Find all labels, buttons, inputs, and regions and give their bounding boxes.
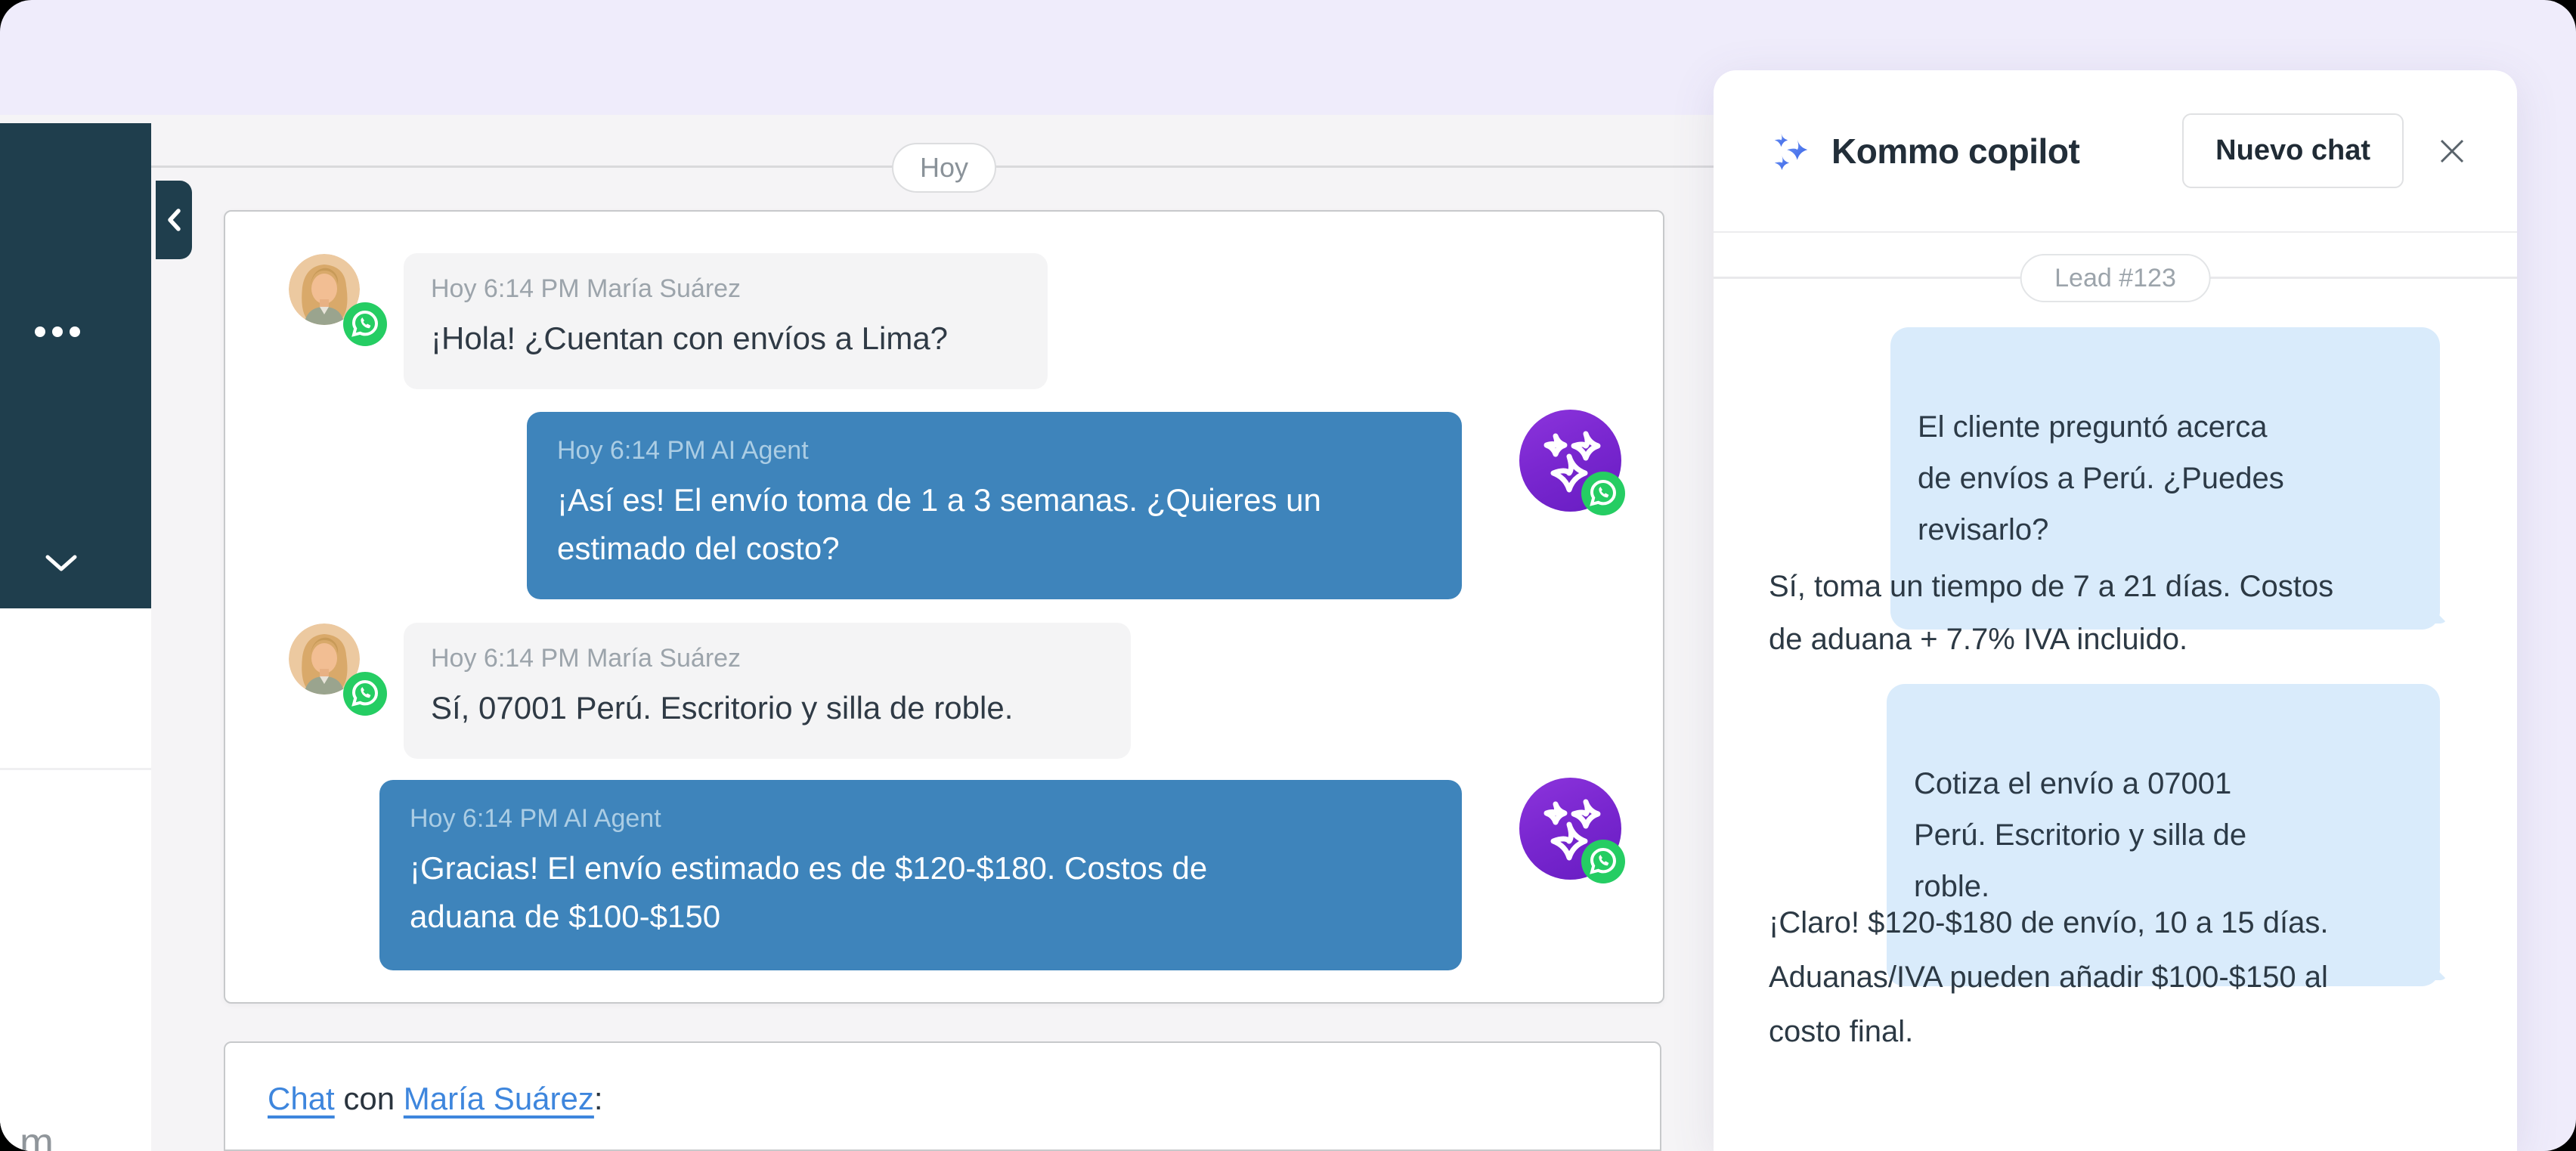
message-bubble: Hoy 6:14 PM AI Agent ¡Gracias! El envío …: [379, 780, 1462, 970]
customer-avatar: [289, 254, 360, 325]
note-plain-text: con: [335, 1081, 404, 1116]
message-text: ¡Hola! ¿Cuentan con envíos a Lima?: [431, 314, 1020, 363]
lead-divider-row: Lead #123: [1714, 254, 2517, 302]
message-bubble: Hoy 6:14 PM María Suárez ¡Hola! ¿Cuentan…: [404, 253, 1048, 389]
chat-window: Hoy 6:14 PM María Suárez ¡Hola! ¿Cuentan…: [224, 210, 1664, 1004]
page: m Hoy: [0, 0, 2576, 1151]
date-divider-pill: Hoy: [892, 143, 996, 193]
message-meta: Hoy 6:14 PM María Suárez: [431, 644, 1104, 673]
copilot-title: Kommo copilot: [1831, 131, 2079, 172]
ai-agent-avatar: [1519, 410, 1621, 512]
copilot-panel: Kommo copilot Nuevo chat Lead #123 El cl…: [1714, 70, 2517, 1151]
chevron-left-icon: [165, 206, 183, 234]
chat-note-line: Chat con María Suárez:: [268, 1081, 1660, 1117]
copilot-reply-text: Sí, toma un tiempo de 7 a 21 días. Costo…: [1769, 560, 2487, 666]
message-meta: Hoy 6:14 PM AI Agent: [410, 804, 1432, 834]
message-bubble: Hoy 6:14 PM María Suárez Sí, 07001 Perú.…: [404, 623, 1131, 759]
message-text: ¡Así es! El envío toma de 1 a 3 semanas.…: [557, 476, 1432, 573]
note-colon: :: [594, 1081, 603, 1116]
contact-link[interactable]: María Suárez: [404, 1081, 594, 1116]
message-text: Sí, 07001 Perú. Escritorio y silla de ro…: [431, 684, 1104, 732]
chat-note-card: Chat con María Suárez:: [224, 1041, 1661, 1151]
message-meta: Hoy 6:14 PM María Suárez: [431, 274, 1020, 304]
whatsapp-badge-icon: [343, 672, 387, 716]
chevron-down-icon[interactable]: [43, 552, 79, 577]
sidebar: [0, 123, 151, 608]
new-chat-button[interactable]: Nuevo chat: [2182, 113, 2404, 188]
copilot-sparkles-icon: [1769, 129, 1813, 173]
close-icon[interactable]: [2435, 135, 2469, 168]
whatsapp-badge-icon: [1581, 472, 1625, 515]
whatsapp-badge-icon: [343, 302, 387, 346]
chat-link[interactable]: Chat: [268, 1081, 335, 1116]
copilot-header: Kommo copilot Nuevo chat: [1714, 70, 2517, 233]
clipped-text: m: [20, 1119, 54, 1151]
message-bubble: Hoy 6:14 PM AI Agent ¡Así es! El envío t…: [527, 412, 1462, 599]
whatsapp-badge-icon: [1581, 840, 1625, 883]
message-meta: Hoy 6:14 PM AI Agent: [557, 436, 1432, 466]
copilot-user-text: Cotiza el envío a 07001 Perú. Escritorio…: [1914, 767, 2246, 903]
lead-badge: Lead #123: [2020, 254, 2211, 302]
copilot-user-text: El cliente preguntó acerca de envíos a P…: [1918, 410, 2284, 546]
ellipsis-menu-icon[interactable]: [35, 326, 80, 337]
customer-avatar: [289, 623, 360, 695]
left-column: m: [0, 608, 151, 1151]
left-column-divider: [0, 768, 151, 770]
message-text: ¡Gracias! El envío estimado es de $120-$…: [410, 844, 1432, 941]
sidebar-collapse-button[interactable]: [156, 181, 192, 259]
copilot-reply-text: ¡Claro! $120-$180 de envío, 10 a 15 días…: [1769, 896, 2487, 1059]
ai-agent-avatar: [1519, 778, 1621, 880]
